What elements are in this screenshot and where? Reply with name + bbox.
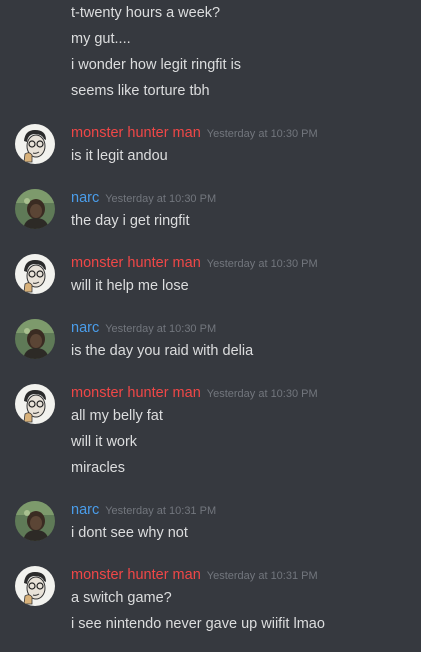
author-name[interactable]: monster hunter man xyxy=(71,385,201,401)
message-line: i wonder how legit ringfit is xyxy=(71,57,242,73)
timestamp: Yesterday at 10:30 PM xyxy=(206,258,318,270)
author-name[interactable]: monster hunter man xyxy=(71,125,201,141)
photo-avatar[interactable] xyxy=(15,189,55,229)
message-line: all my belly fat xyxy=(71,408,163,424)
sketch-avatar[interactable] xyxy=(15,124,55,164)
timestamp: Yesterday at 10:30 PM xyxy=(105,323,217,335)
message-header: narc Yesterday at 10:30 PM xyxy=(71,188,216,208)
sketch-avatar[interactable] xyxy=(15,566,55,606)
message-line: will it work xyxy=(71,434,138,450)
timestamp: Yesterday at 10:31 PM xyxy=(105,505,217,517)
author-name[interactable]: monster hunter man xyxy=(71,567,201,583)
message-line: t-twenty hours a week? xyxy=(71,5,221,21)
author-name[interactable]: narc xyxy=(71,320,99,336)
author-name[interactable]: narc xyxy=(71,502,99,518)
photo-avatar[interactable] xyxy=(15,501,55,541)
message-line: seems like torture tbh xyxy=(71,83,210,99)
message-header: monster hunter man Yesterday at 10:31 PM xyxy=(71,565,318,585)
message-line: i dont see why not xyxy=(71,525,188,541)
timestamp: Yesterday at 10:30 PM xyxy=(105,193,217,205)
message-line: miracles xyxy=(71,460,125,476)
message-header: narc Yesterday at 10:30 PM xyxy=(71,318,216,338)
sketch-avatar[interactable] xyxy=(15,384,55,424)
chat-messages: t-twenty hours a week? my gut.... i wond… xyxy=(0,0,421,652)
message-header: monster hunter man Yesterday at 10:30 PM xyxy=(71,253,318,273)
message-line: my gut.... xyxy=(71,31,131,47)
author-name[interactable]: narc xyxy=(71,190,99,206)
message-line: is it legit andou xyxy=(71,148,168,164)
author-name[interactable]: monster hunter man xyxy=(71,255,201,271)
message-line: will it help me lose xyxy=(71,278,189,294)
message-header: narc Yesterday at 10:31 PM xyxy=(71,500,216,520)
photo-avatar[interactable] xyxy=(15,319,55,359)
message-header: monster hunter man Yesterday at 10:30 PM xyxy=(71,123,318,143)
message-line: i see nintendo never gave up wiifit lmao xyxy=(71,616,325,632)
timestamp: Yesterday at 10:31 PM xyxy=(206,570,318,582)
message-line: a switch game? xyxy=(71,590,172,606)
message-line: is the day you raid with delia xyxy=(71,343,254,359)
timestamp: Yesterday at 10:30 PM xyxy=(206,388,318,400)
timestamp: Yesterday at 10:30 PM xyxy=(206,128,318,140)
sketch-avatar[interactable] xyxy=(15,254,55,294)
message-line: the day i get ringfit xyxy=(71,213,190,229)
message-header: monster hunter man Yesterday at 10:30 PM xyxy=(71,383,318,403)
